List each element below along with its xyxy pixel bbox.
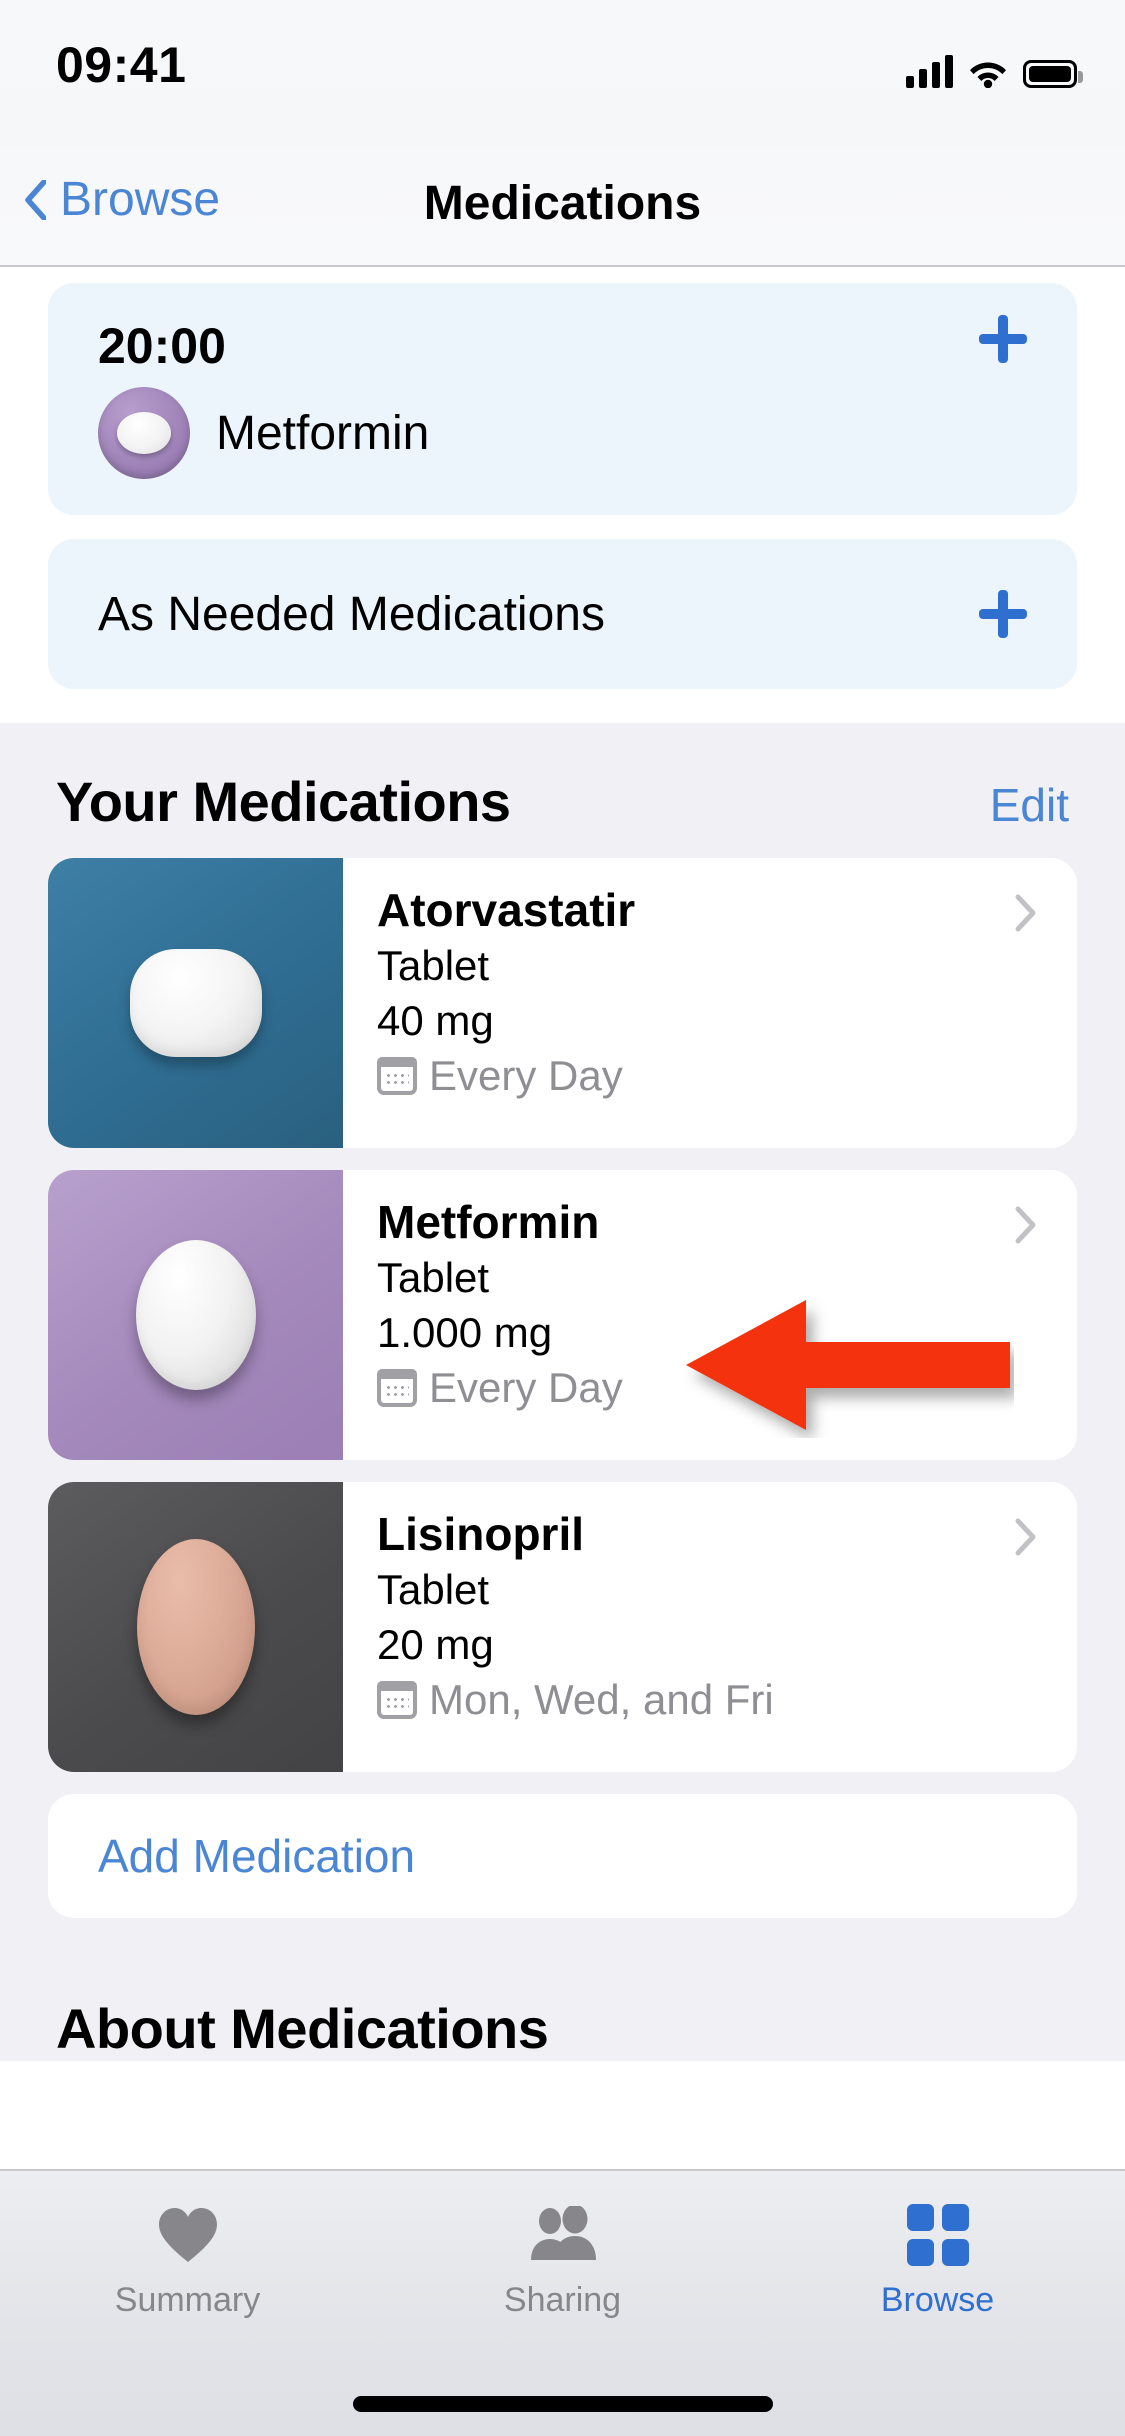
schedule-dose-card[interactable]: 20:00 Metformin — [48, 283, 1077, 515]
medication-info: Metformin Tablet 1.000 mg Every Day — [343, 1170, 1077, 1460]
medication-schedule: Every Day — [377, 1364, 1077, 1412]
plus-icon — [979, 315, 1027, 363]
medication-form: Tablet — [377, 1254, 490, 1302]
medication-schedule: Every Day — [377, 1052, 1077, 1100]
tab-label: Sharing — [503, 2281, 622, 2319]
page-title: Medications — [423, 177, 702, 230]
tab-sharing[interactable]: Sharing — [375, 2171, 750, 2320]
calendar-icon — [377, 1369, 417, 1408]
as-needed-card[interactable]: As Needed Medications — [48, 539, 1077, 689]
medication-row-atorvastatin[interactable]: Atorvastatir Tablet 40 mg Every Day — [48, 858, 1077, 1148]
chevron-right-icon — [1015, 1206, 1036, 1244]
medication-dose: 1.000 mg — [377, 1308, 553, 1356]
medication-name: Lisinopril — [377, 1508, 584, 1560]
status-bar-indicators — [906, 44, 1083, 88]
tab-label: Browse — [880, 2281, 995, 2319]
medication-name: Metformin — [377, 1196, 600, 1248]
white-oval-pill-icon — [135, 1240, 256, 1390]
medication-name: Atorvastatir — [377, 884, 636, 936]
section-title: Your Medications — [56, 770, 511, 833]
people-icon — [528, 2203, 598, 2267]
tab-browse[interactable]: Browse — [750, 2171, 1125, 2320]
cellular-signal-icon — [906, 54, 953, 88]
medication-schedule-text: Mon, Wed, and Fri — [429, 1676, 774, 1724]
status-bar: 09:41 — [0, 0, 1125, 150]
iphone-screen: 09:41 Browse Medications 20:00 Metformin… — [0, 0, 1125, 2436]
medication-form: Tablet — [377, 1566, 490, 1614]
home-indicator[interactable] — [352, 2396, 773, 2412]
tab-label: Summary — [114, 2281, 261, 2319]
add-as-needed-button[interactable] — [979, 539, 1027, 689]
calendar-icon — [377, 1681, 417, 1720]
as-needed-label: As Needed Medications — [98, 587, 605, 641]
medication-info: Lisinopril Tablet 20 mg Mon, Wed, and Fr… — [343, 1482, 1077, 1772]
medication-dose: 40 mg — [377, 996, 494, 1044]
grid-squares-icon — [906, 2203, 969, 2267]
schedule-medication-row[interactable]: Metformin — [48, 375, 1077, 515]
pink-oval-pill-icon — [136, 1539, 255, 1715]
schedule-section: 20:00 Metformin As Needed Medications — [0, 267, 1125, 723]
medication-form: Tablet — [377, 942, 490, 990]
log-dose-button[interactable] — [979, 283, 1027, 515]
medication-schedule: Mon, Wed, and Fri — [377, 1676, 1077, 1724]
status-bar-time: 09:41 — [56, 37, 187, 93]
edit-button[interactable]: Edit — [990, 778, 1069, 832]
wifi-icon — [967, 56, 1009, 88]
medication-row-metformin[interactable]: Metformin Tablet 1.000 mg Every Day — [48, 1170, 1077, 1460]
chevron-right-icon — [1015, 1518, 1036, 1556]
your-medications-section: Your Medications Edit Atorvastatir Table… — [0, 723, 1125, 2061]
schedule-time: 20:00 — [98, 318, 226, 374]
medication-thumbnail — [48, 858, 343, 1148]
white-capsule-pill-icon — [129, 949, 262, 1057]
medication-schedule-text: Every Day — [429, 1364, 623, 1412]
about-medications-title: About Medications — [56, 1997, 549, 2060]
schedule-medication-name: Metformin — [216, 406, 430, 460]
calendar-icon — [377, 1057, 417, 1096]
purple-round-pill-icon — [98, 387, 190, 479]
tab-summary[interactable]: Summary — [0, 2171, 375, 2320]
medication-schedule-text: Every Day — [429, 1052, 623, 1100]
medication-thumbnail — [48, 1482, 343, 1772]
your-medications-header: Your Medications Edit — [0, 769, 1125, 858]
medication-info: Atorvastatir Tablet 40 mg Every Day — [343, 858, 1077, 1148]
medication-row-lisinopril[interactable]: Lisinopril Tablet 20 mg Mon, Wed, and Fr… — [48, 1482, 1077, 1772]
add-medication-button[interactable]: Add Medication — [48, 1794, 1077, 1918]
tab-bar: Summary Sharing Browse — [0, 2169, 1125, 2436]
scroll-content[interactable]: 20:00 Metformin As Needed Medications Yo… — [0, 267, 1125, 2167]
medication-dose: 20 mg — [377, 1620, 494, 1668]
chevron-right-icon — [1015, 894, 1036, 932]
battery-icon — [1023, 60, 1083, 88]
medication-list: Atorvastatir Tablet 40 mg Every Day Metf… — [0, 858, 1125, 1918]
heart-icon — [156, 2203, 220, 2267]
medication-thumbnail — [48, 1170, 343, 1460]
plus-icon — [979, 590, 1027, 638]
navigation-bar: Browse Medications — [0, 150, 1125, 267]
